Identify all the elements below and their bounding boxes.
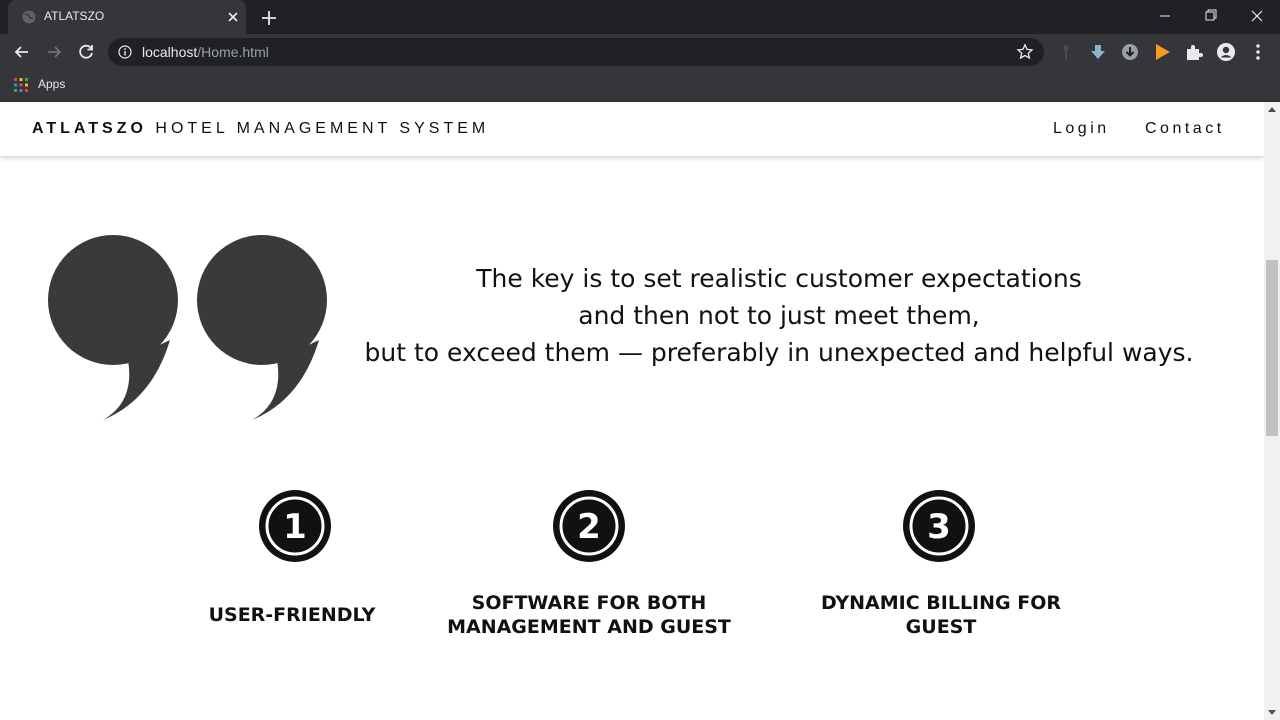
feature-title-line: MANAGEMENT AND GUEST [447, 616, 731, 638]
feature-title-line: USER-FRIENDLY [208, 604, 376, 626]
new-tab-icon[interactable] [258, 7, 280, 29]
url-host: localhost [142, 44, 198, 60]
close-icon[interactable] [225, 9, 241, 25]
play-icon[interactable] [1152, 42, 1172, 62]
menu-kebab-icon[interactable] [1248, 42, 1268, 62]
site-navbar: ATLATSZO HOTEL MANAGEMENT SYSTEM Login C… [0, 102, 1264, 156]
feature-title-line: GUEST [905, 616, 977, 638]
url-path: /Home.html [197, 44, 269, 60]
download-circle-icon[interactable] [1120, 42, 1140, 62]
number-one-icon: 1 [259, 490, 331, 562]
profile-avatar-icon[interactable] [1216, 42, 1236, 62]
feature-number: 1 [283, 507, 307, 547]
feature-title-user-friendly: USER-FRIENDLY [190, 603, 394, 627]
url-text: localhost/Home.html [142, 44, 269, 60]
tab-title: ATLATSZO [44, 9, 105, 23]
extensions-puzzle-icon[interactable] [1184, 42, 1204, 62]
bookmarks-bar: Apps [0, 70, 1280, 102]
apps-bookmark[interactable]: Apps [38, 77, 65, 91]
brand-name: ATLATSZO [32, 120, 147, 137]
scrollbar-thumb[interactable] [1266, 260, 1278, 436]
forward-arrow-icon[interactable] [42, 40, 66, 64]
feature-title-billing: DYNAMIC BILLING FOR GUEST [800, 591, 1082, 639]
customer-quote: The key is to set realistic customer exp… [350, 260, 1208, 371]
globe-icon [22, 10, 36, 24]
restore-icon[interactable] [1196, 4, 1226, 28]
window-close-icon[interactable] [1242, 4, 1272, 28]
scroll-down-arrow-icon[interactable] [1268, 710, 1276, 716]
feature-title-software: SOFTWARE FOR BOTH MANAGEMENT AND GUEST [428, 591, 750, 639]
address-bar[interactable]: localhost/Home.html [108, 38, 1044, 66]
browser-tab[interactable]: ATLATSZO [8, 0, 246, 34]
nav-login-link[interactable]: Login [1053, 120, 1110, 138]
quote-line: and then not to just meet them, [578, 301, 980, 330]
download-arrow-icon[interactable] [1088, 42, 1108, 62]
quotation-mark-icon [48, 235, 327, 420]
bookmark-star-icon[interactable] [1016, 43, 1034, 61]
quote-line: The key is to set realistic customer exp… [476, 264, 1082, 293]
nav-contact-link[interactable]: Contact [1145, 120, 1225, 138]
site-brand[interactable]: ATLATSZO HOTEL MANAGEMENT SYSTEM [32, 120, 489, 138]
info-icon[interactable] [118, 45, 132, 59]
browser-tabstrip: ATLATSZO [0, 0, 1280, 34]
feature-number: 3 [927, 507, 951, 547]
reload-icon[interactable] [74, 40, 98, 64]
back-arrow-icon[interactable] [10, 40, 34, 64]
number-three-icon: 3 [903, 490, 975, 562]
number-two-icon: 2 [553, 490, 625, 562]
brand-tagline: HOTEL MANAGEMENT SYSTEM [155, 120, 490, 137]
feature-title-line: DYNAMIC BILLING FOR [821, 592, 1061, 614]
quote-line: but to exceed them — preferably in unexp… [364, 338, 1194, 367]
apps-grid-icon[interactable] [14, 78, 28, 92]
feature-title-line: SOFTWARE FOR BOTH [471, 592, 707, 614]
feature-number: 2 [577, 507, 601, 547]
extension-pin-icon[interactable] [1056, 42, 1076, 62]
minimize-icon[interactable] [1150, 4, 1180, 28]
scroll-up-arrow-icon[interactable] [1268, 106, 1276, 112]
browser-toolbar: localhost/Home.html [0, 34, 1280, 70]
page-scrollbar[interactable] [1264, 102, 1280, 720]
page-content: ATLATSZO HOTEL MANAGEMENT SYSTEM Login C… [0, 102, 1264, 720]
